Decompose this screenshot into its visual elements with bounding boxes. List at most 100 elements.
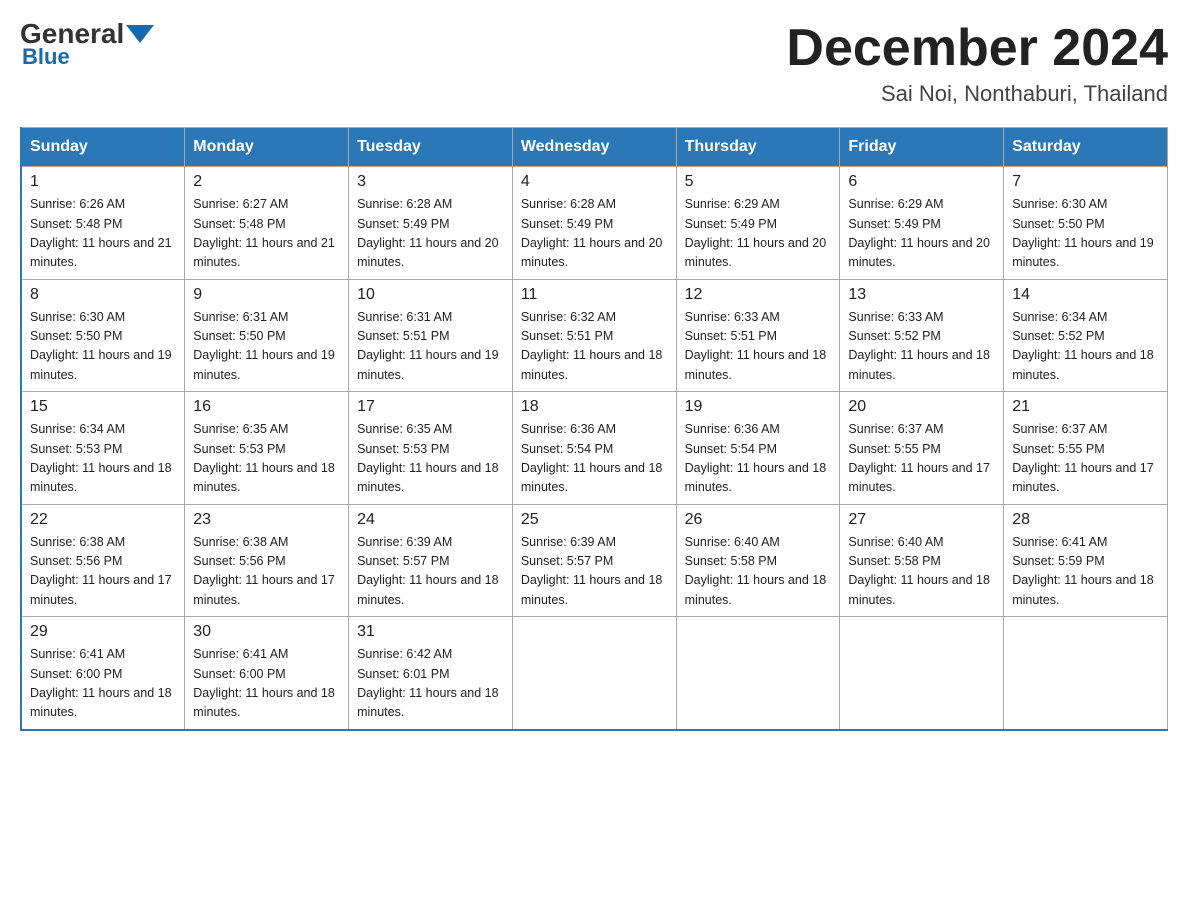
column-header-saturday: Saturday (1004, 128, 1168, 167)
day-number: 25 (521, 511, 668, 529)
calendar-cell: 4 Sunrise: 6:28 AMSunset: 5:49 PMDaylight… (512, 167, 676, 280)
calendar-cell: 27 Sunrise: 6:40 AMSunset: 5:58 PMDayligh… (840, 504, 1004, 617)
calendar-cell: 14Sunrise: 6:34 AMSunset: 5:52 PMDayligh… (1004, 279, 1168, 392)
day-info: Sunrise: 6:33 AMSunset: 5:51 PMDaylight:… (685, 308, 832, 386)
day-number: 30 (193, 623, 340, 641)
week-row-4: 22Sunrise: 6:38 AMSunset: 5:56 PMDayligh… (21, 504, 1168, 617)
column-header-thursday: Thursday (676, 128, 840, 167)
calendar-cell: 23 Sunrise: 6:38 AMSunset: 5:56 PMDayligh… (185, 504, 349, 617)
day-number: 1 (30, 173, 176, 191)
calendar-header-row: SundayMondayTuesdayWednesdayThursdayFrid… (21, 128, 1168, 167)
day-info: Sunrise: 6:30 AMSunset: 5:50 PMDaylight:… (1012, 195, 1159, 273)
calendar-cell: 2 Sunrise: 6:27 AMSunset: 5:48 PMDaylight… (185, 167, 349, 280)
calendar-cell: 1 Sunrise: 6:26 AMSunset: 5:48 PMDaylight… (21, 167, 185, 280)
day-info: Sunrise: 6:39 AMSunset: 5:57 PMDaylight:… (357, 533, 504, 611)
day-number: 13 (848, 286, 995, 304)
day-info: Sunrise: 6:41 AMSunset: 6:00 PMDaylight:… (30, 645, 176, 723)
calendar-cell (676, 617, 840, 730)
day-info: Sunrise: 6:31 AMSunset: 5:51 PMDaylight:… (357, 308, 504, 386)
calendar-cell: 16Sunrise: 6:35 AMSunset: 5:53 PMDayligh… (185, 392, 349, 505)
calendar-cell: 11 Sunrise: 6:32 AMSunset: 5:51 PMDayligh… (512, 279, 676, 392)
day-info: Sunrise: 6:29 AMSunset: 5:49 PMDaylight:… (685, 195, 832, 273)
day-info: Sunrise: 6:32 AMSunset: 5:51 PMDaylight:… (521, 308, 668, 386)
day-number: 31 (357, 623, 504, 641)
day-info: Sunrise: 6:26 AMSunset: 5:48 PMDaylight:… (30, 195, 176, 273)
day-number: 2 (193, 173, 340, 191)
day-number: 19 (685, 398, 832, 416)
column-header-sunday: Sunday (21, 128, 185, 167)
day-number: 10 (357, 286, 504, 304)
week-row-5: 29Sunrise: 6:41 AMSunset: 6:00 PMDayligh… (21, 617, 1168, 730)
calendar-cell: 12 Sunrise: 6:33 AMSunset: 5:51 PMDayligh… (676, 279, 840, 392)
day-number: 12 (685, 286, 832, 304)
calendar-cell: 3Sunrise: 6:28 AMSunset: 5:49 PMDaylight… (349, 167, 513, 280)
calendar-cell: 5 Sunrise: 6:29 AMSunset: 5:49 PMDaylight… (676, 167, 840, 280)
calendar-cell: 20Sunrise: 6:37 AMSunset: 5:55 PMDayligh… (840, 392, 1004, 505)
day-info: Sunrise: 6:34 AMSunset: 5:52 PMDaylight:… (1012, 308, 1159, 386)
calendar-cell: 15 Sunrise: 6:34 AMSunset: 5:53 PMDayligh… (21, 392, 185, 505)
calendar-cell: 31 Sunrise: 6:42 AMSunset: 6:01 PMDayligh… (349, 617, 513, 730)
day-number: 24 (357, 511, 504, 529)
day-number: 8 (30, 286, 176, 304)
calendar-cell: 21Sunrise: 6:37 AMSunset: 5:55 PMDayligh… (1004, 392, 1168, 505)
day-number: 6 (848, 173, 995, 191)
day-info: Sunrise: 6:41 AMSunset: 6:00 PMDaylight:… (193, 645, 340, 723)
logo-blue-text: Blue (22, 44, 70, 70)
calendar-cell: 19Sunrise: 6:36 AMSunset: 5:54 PMDayligh… (676, 392, 840, 505)
title-area: December 2024 Sai Noi, Nonthaburi, Thail… (786, 20, 1168, 107)
day-info: Sunrise: 6:35 AMSunset: 5:53 PMDaylight:… (193, 420, 340, 498)
day-info: Sunrise: 6:36 AMSunset: 5:54 PMDaylight:… (521, 420, 668, 498)
day-info: Sunrise: 6:37 AMSunset: 5:55 PMDaylight:… (1012, 420, 1159, 498)
calendar-cell: 22Sunrise: 6:38 AMSunset: 5:56 PMDayligh… (21, 504, 185, 617)
logo: General Blue (20, 20, 156, 70)
calendar-cell: 6 Sunrise: 6:29 AMSunset: 5:49 PMDaylight… (840, 167, 1004, 280)
calendar-cell: 24 Sunrise: 6:39 AMSunset: 5:57 PMDayligh… (349, 504, 513, 617)
page-header: General Blue December 2024 Sai Noi, Nont… (20, 20, 1168, 107)
day-info: Sunrise: 6:35 AMSunset: 5:53 PMDaylight:… (357, 420, 504, 498)
day-number: 7 (1012, 173, 1159, 191)
day-info: Sunrise: 6:33 AMSunset: 5:52 PMDaylight:… (848, 308, 995, 386)
day-info: Sunrise: 6:27 AMSunset: 5:48 PMDaylight:… (193, 195, 340, 273)
week-row-1: 1 Sunrise: 6:26 AMSunset: 5:48 PMDaylight… (21, 167, 1168, 280)
calendar-cell: 28 Sunrise: 6:41 AMSunset: 5:59 PMDayligh… (1004, 504, 1168, 617)
day-info: Sunrise: 6:30 AMSunset: 5:50 PMDaylight:… (30, 308, 176, 386)
day-number: 4 (521, 173, 668, 191)
day-number: 27 (848, 511, 995, 529)
calendar-cell: 18 Sunrise: 6:36 AMSunset: 5:54 PMDayligh… (512, 392, 676, 505)
day-info: Sunrise: 6:34 AMSunset: 5:53 PMDaylight:… (30, 420, 176, 498)
day-number: 20 (848, 398, 995, 416)
day-number: 18 (521, 398, 668, 416)
day-info: Sunrise: 6:31 AMSunset: 5:50 PMDaylight:… (193, 308, 340, 386)
day-info: Sunrise: 6:38 AMSunset: 5:56 PMDaylight:… (193, 533, 340, 611)
day-number: 26 (685, 511, 832, 529)
day-number: 15 (30, 398, 176, 416)
calendar-cell (512, 617, 676, 730)
column-header-monday: Monday (185, 128, 349, 167)
day-number: 11 (521, 286, 668, 304)
day-number: 3 (357, 173, 504, 191)
calendar-cell: 25 Sunrise: 6:39 AMSunset: 5:57 PMDayligh… (512, 504, 676, 617)
calendar-cell: 26Sunrise: 6:40 AMSunset: 5:58 PMDayligh… (676, 504, 840, 617)
day-info: Sunrise: 6:40 AMSunset: 5:58 PMDaylight:… (848, 533, 995, 611)
week-row-2: 8 Sunrise: 6:30 AMSunset: 5:50 PMDaylight… (21, 279, 1168, 392)
column-header-tuesday: Tuesday (349, 128, 513, 167)
day-number: 28 (1012, 511, 1159, 529)
day-number: 23 (193, 511, 340, 529)
calendar-cell: 30 Sunrise: 6:41 AMSunset: 6:00 PMDayligh… (185, 617, 349, 730)
day-info: Sunrise: 6:38 AMSunset: 5:56 PMDaylight:… (30, 533, 176, 611)
day-info: Sunrise: 6:29 AMSunset: 5:49 PMDaylight:… (848, 195, 995, 273)
day-info: Sunrise: 6:42 AMSunset: 6:01 PMDaylight:… (357, 645, 504, 723)
day-number: 17 (357, 398, 504, 416)
calendar-cell: 29Sunrise: 6:41 AMSunset: 6:00 PMDayligh… (21, 617, 185, 730)
calendar-cell: 7 Sunrise: 6:30 AMSunset: 5:50 PMDaylight… (1004, 167, 1168, 280)
month-title: December 2024 (786, 20, 1168, 77)
calendar-cell: 10 Sunrise: 6:31 AMSunset: 5:51 PMDayligh… (349, 279, 513, 392)
day-info: Sunrise: 6:28 AMSunset: 5:49 PMDaylight:… (521, 195, 668, 273)
calendar-table: SundayMondayTuesdayWednesdayThursdayFrid… (20, 127, 1168, 731)
day-number: 9 (193, 286, 340, 304)
calendar-cell (840, 617, 1004, 730)
day-number: 5 (685, 173, 832, 191)
day-info: Sunrise: 6:39 AMSunset: 5:57 PMDaylight:… (521, 533, 668, 611)
day-info: Sunrise: 6:41 AMSunset: 5:59 PMDaylight:… (1012, 533, 1159, 611)
calendar-cell: 17 Sunrise: 6:35 AMSunset: 5:53 PMDayligh… (349, 392, 513, 505)
